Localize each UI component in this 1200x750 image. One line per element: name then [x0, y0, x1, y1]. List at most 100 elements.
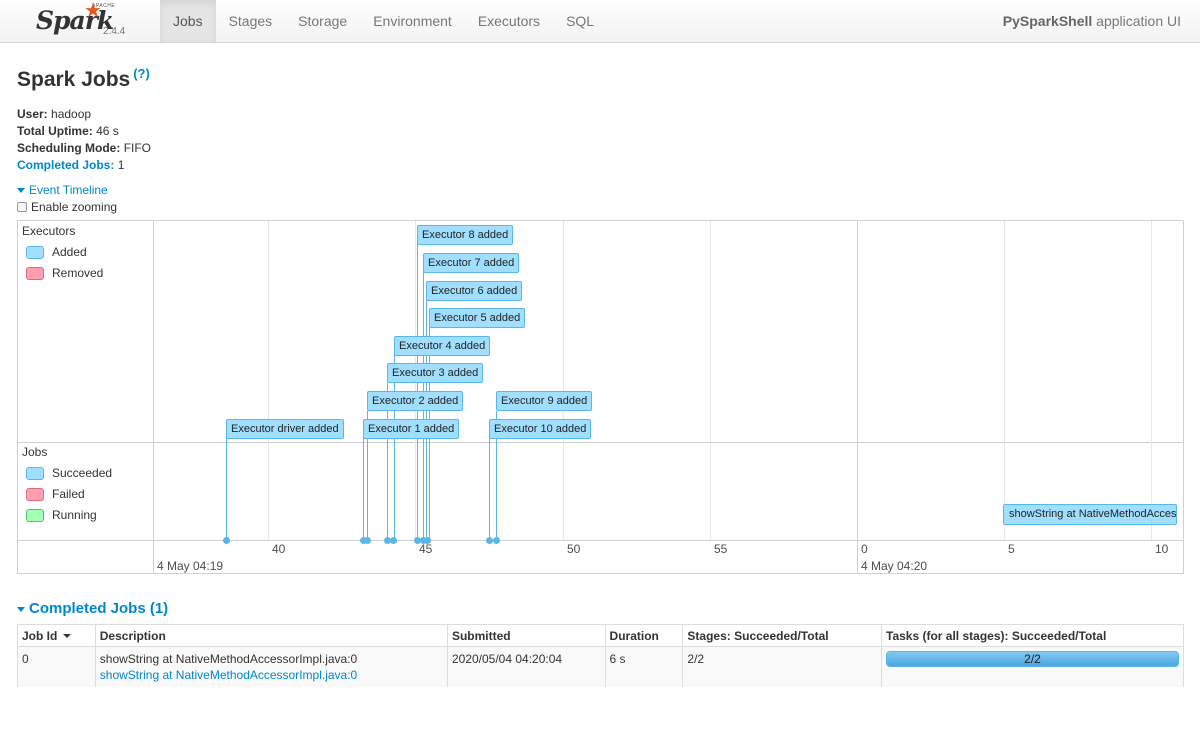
axis-tick-label: 5 — [1008, 542, 1015, 556]
column-header-job-id[interactable]: Job Id — [17, 624, 96, 647]
tab-jobs[interactable]: Jobs — [160, 0, 216, 42]
event-dot — [223, 537, 230, 544]
column-header-duration[interactable]: Duration — [604, 624, 684, 647]
grid-line — [1004, 221, 1005, 540]
succeeded-swatch — [26, 466, 44, 480]
sort-desc-icon — [63, 634, 72, 639]
axis-tick-label: 10 — [1155, 542, 1169, 556]
user-value: hadoop — [51, 107, 92, 121]
enable-zooming-label: Enable zooming — [31, 200, 118, 214]
event-executor-4-added[interactable]: Executor 4 added — [394, 336, 491, 356]
tasks-progress-bar: 2/2 — [886, 651, 1179, 667]
grid-line — [710, 221, 711, 540]
running-swatch — [26, 508, 44, 522]
event-stem — [363, 438, 364, 541]
legend-removed: Removed — [26, 266, 103, 280]
jobs-group-title: Jobs — [22, 445, 48, 459]
tab-storage[interactable]: Storage — [285, 0, 360, 42]
group-separator — [18, 442, 1183, 443]
event-dot — [486, 537, 493, 544]
axis-separator — [18, 540, 1183, 541]
grid-line — [1151, 221, 1152, 540]
event-executor-7-added[interactable]: Executor 7 added — [423, 253, 520, 273]
spark-version: 2.4.4 — [103, 26, 126, 37]
cell-job-id: 0 — [17, 646, 96, 687]
caret-down-icon — [17, 606, 25, 612]
grid-line — [563, 221, 564, 540]
timeline-group-labels: Executors Added Removed Jobs Succeeded F… — [18, 221, 154, 573]
description-link[interactable]: showString at NativeMethodAccessorImpl.j… — [100, 668, 357, 682]
summary-user: User: hadoop — [17, 107, 92, 121]
axis-major-label: 4 May 04:19 — [157, 559, 224, 573]
page-title-text: Spark Jobs — [17, 68, 131, 91]
nav-tabs: Jobs Stages Storage Environment Executor… — [160, 0, 607, 43]
event-executor-5-added[interactable]: Executor 5 added — [429, 308, 526, 328]
removed-swatch — [26, 266, 44, 280]
column-header-tasks[interactable]: Tasks (for all stages): Succeeded/Total — [881, 624, 1184, 647]
column-header-stages[interactable]: Stages: Succeeded/Total — [682, 624, 882, 647]
event-executor-1-added[interactable]: Executor 1 added — [363, 419, 460, 439]
event-dot — [364, 537, 371, 544]
enable-zooming-row: Enable zooming — [17, 200, 117, 214]
event-executor-driver-added[interactable]: Executor driver added — [226, 419, 344, 439]
added-swatch — [26, 245, 44, 259]
enable-zooming-checkbox[interactable] — [17, 202, 27, 212]
event-timeline-toggle[interactable]: Event Timeline — [17, 183, 108, 197]
completed-jobs-table: Job Id Description Submitted Duration St… — [17, 624, 1184, 687]
axis-tick-label: 55 — [714, 542, 728, 556]
job-summary: User: hadoop Total Uptime: 46 s Scheduli… — [17, 106, 151, 174]
application-name: PySparkShell — [1002, 13, 1093, 29]
summary-scheduling-mode: Scheduling Mode: FIFO — [17, 141, 152, 155]
legend-added: Added — [26, 245, 87, 259]
cell-description: showString at NativeMethodAccessorImpl.j… — [94, 646, 448, 687]
event-executor-6-added[interactable]: Executor 6 added — [426, 281, 523, 301]
tab-executors[interactable]: Executors — [465, 0, 553, 42]
event-executor-9-added[interactable]: Executor 9 added — [496, 391, 593, 411]
page-title: Spark Jobs (?) — [17, 66, 150, 92]
table-header-row: Job Id Description Submitted Duration St… — [17, 624, 1184, 647]
event-timeline[interactable]: Executors Added Removed Jobs Succeeded F… — [17, 220, 1184, 574]
executors-group-title: Executors — [22, 224, 76, 238]
major-grid-line — [857, 221, 858, 573]
uptime-value: 46 s — [96, 124, 119, 138]
description-text: showString at NativeMethodAccessorImpl.j… — [99, 652, 358, 666]
column-header-submitted[interactable]: Submitted — [446, 624, 606, 647]
summary-completed-jobs: Completed Jobs: 1 — [17, 157, 151, 174]
legend-failed: Failed — [26, 487, 85, 501]
event-stem — [226, 438, 227, 541]
column-header-description[interactable]: Description — [94, 624, 448, 647]
completed-jobs-toggle[interactable]: Completed Jobs (1) — [17, 600, 168, 617]
job-timeline-bar[interactable]: showString at NativeMethodAccessorImpl.j… — [1003, 504, 1177, 525]
completed-jobs-value: 1 — [117, 158, 125, 172]
cell-tasks: 2/2 — [881, 646, 1184, 687]
completed-jobs-title: Completed Jobs (1) — [29, 600, 169, 617]
table-row: 0 showString at NativeMethodAccessorImpl… — [17, 646, 1184, 687]
tasks-progress-text: 2/2 — [1024, 652, 1041, 666]
spark-star-icon: ★ — [84, 0, 102, 22]
failed-swatch — [26, 487, 44, 501]
event-executor-8-added[interactable]: Executor 8 added — [417, 225, 514, 245]
axis-major-label: 4 May 04:20 — [861, 559, 928, 573]
tab-stages[interactable]: Stages — [216, 0, 286, 42]
legend-succeeded: Succeeded — [26, 466, 112, 480]
event-executor-3-added[interactable]: Executor 3 added — [387, 363, 484, 383]
summary-uptime: Total Uptime: 46 s — [17, 124, 119, 138]
tab-sql[interactable]: SQL — [553, 0, 607, 42]
tab-environment[interactable]: Environment — [360, 0, 465, 42]
event-executor-10-added[interactable]: Executor 10 added — [489, 419, 592, 439]
caret-down-icon — [17, 188, 25, 194]
cell-submitted: 2020/05/04 04:20:04 — [446, 646, 606, 687]
event-dot — [493, 537, 500, 544]
application-title: PySparkShell application UI — [1003, 13, 1181, 29]
axis-tick-label: 45 — [419, 542, 433, 556]
event-dot — [390, 537, 397, 544]
event-timeline-label: Event Timeline — [29, 183, 108, 197]
grid-line — [268, 221, 269, 540]
cell-duration: 6 s — [604, 646, 684, 687]
cell-stages: 2/2 — [682, 646, 882, 687]
help-link[interactable]: (?) — [133, 66, 150, 81]
scheduling-mode-value: FIFO — [123, 141, 152, 155]
completed-jobs-link[interactable]: Completed Jobs: — [17, 158, 114, 172]
event-executor-2-added[interactable]: Executor 2 added — [367, 391, 464, 411]
spark-logo[interactable]: Spark APACHE ★ 2.4.4 — [32, 0, 132, 43]
